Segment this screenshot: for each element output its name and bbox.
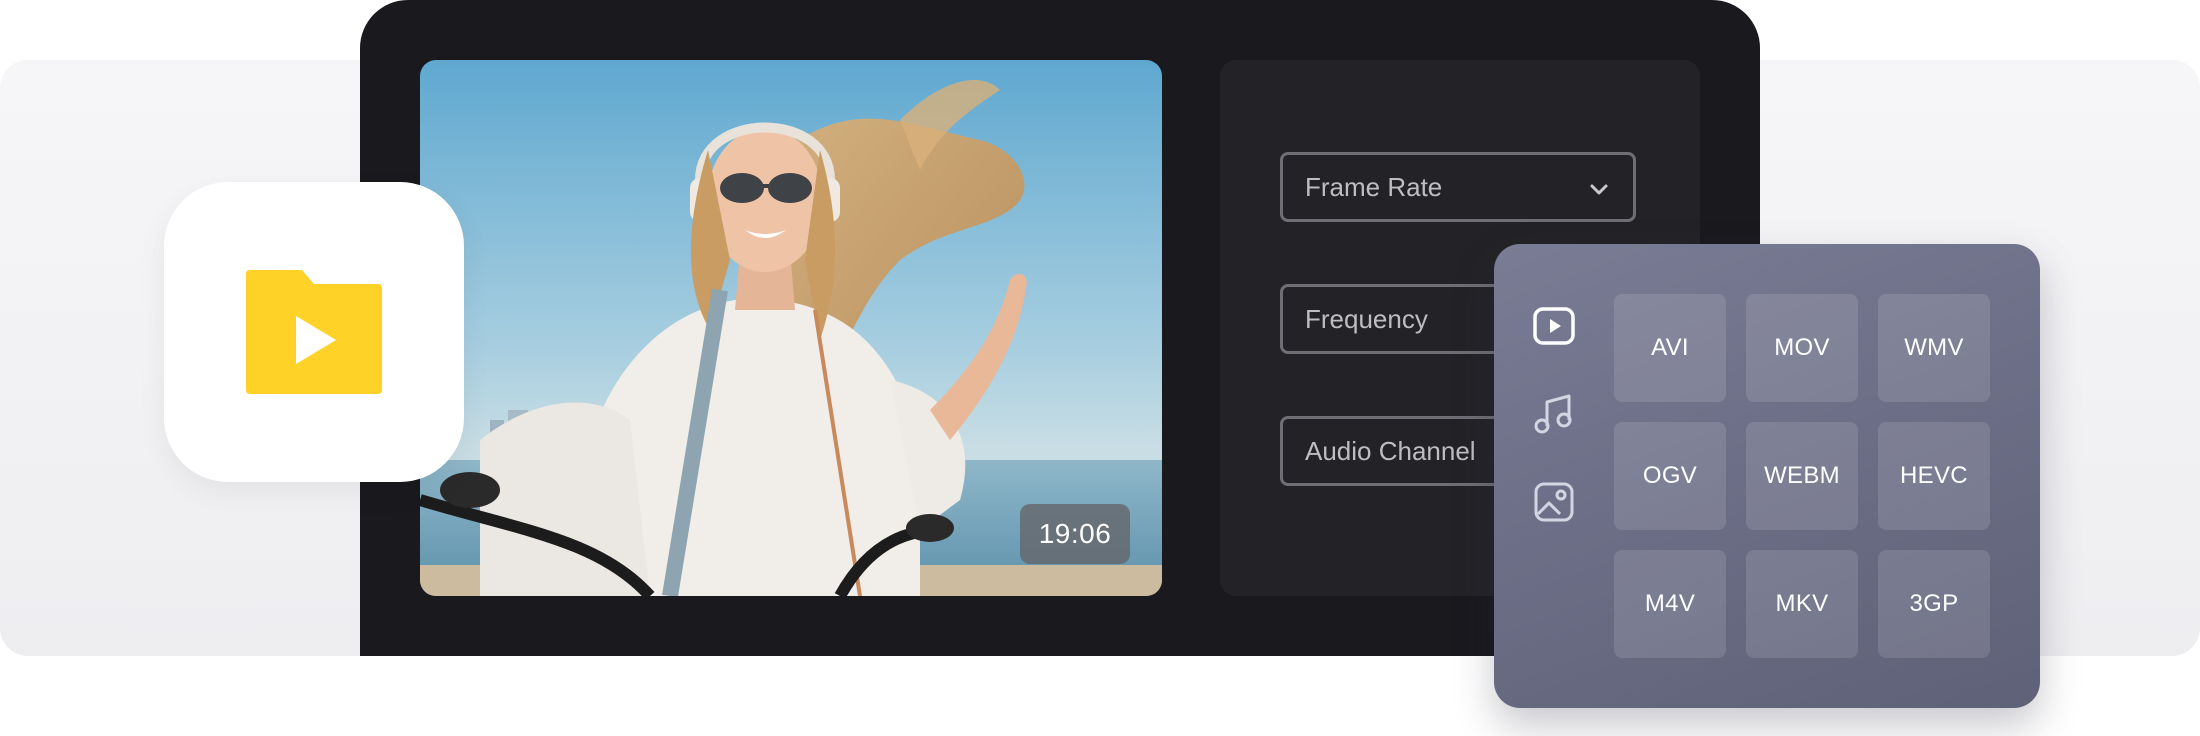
audio-tab[interactable]: [1530, 390, 1578, 438]
format-avi[interactable]: AVI: [1614, 294, 1726, 402]
format-m4v[interactable]: M4V: [1614, 550, 1726, 658]
format-hevc[interactable]: HEVC: [1878, 422, 1990, 530]
format-mov[interactable]: MOV: [1746, 294, 1858, 402]
format-webm[interactable]: WEBM: [1746, 422, 1858, 530]
format-ogv[interactable]: OGV: [1614, 422, 1726, 530]
video-folder-icon: [246, 270, 382, 394]
format-mkv[interactable]: MKV: [1746, 550, 1858, 658]
video-tab[interactable]: [1530, 302, 1578, 350]
audio-channel-label: Audio Channel: [1305, 435, 1476, 466]
video-icon: [1533, 307, 1575, 345]
app-icon-card: [164, 182, 464, 482]
format-3gp[interactable]: 3GP: [1878, 550, 1990, 658]
format-wmv[interactable]: WMV: [1878, 294, 1990, 402]
music-icon: [1534, 394, 1572, 434]
frame-rate-label: Frame Rate: [1305, 171, 1443, 202]
image-tab[interactable]: [1530, 478, 1578, 526]
frequency-label: Frequency: [1305, 303, 1428, 334]
page: 19:06 Frame Rate Frequency Audio Channel: [0, 0, 2200, 736]
video-timestamp: 19:06: [1020, 504, 1130, 564]
image-icon: [1534, 482, 1574, 522]
chevron-down-icon: [1587, 177, 1611, 208]
frame-rate-dropdown[interactable]: Frame Rate: [1280, 152, 1636, 222]
format-panel: AVI MOV WMV OGV WEBM HEVC M4V MKV 3GP: [1494, 244, 2040, 708]
